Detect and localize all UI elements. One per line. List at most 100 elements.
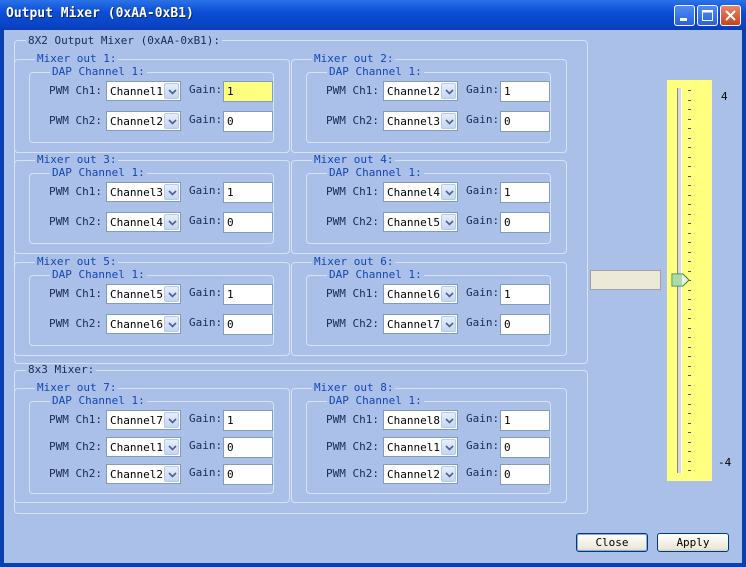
mixer-7-channel-select-2[interactable]: Channel1 [106, 437, 181, 457]
gain-input[interactable] [502, 113, 550, 130]
mixer-4-gain-field-2[interactable] [500, 212, 550, 233]
mixer-7-channel-select-1[interactable]: Channel7 [106, 410, 181, 430]
chevron-down-icon[interactable] [164, 184, 179, 200]
gain-input[interactable] [502, 184, 550, 201]
mixer-8-channel-select-2[interactable]: Channel1 [383, 437, 458, 457]
gain-input[interactable] [225, 184, 273, 201]
gain-input[interactable] [502, 316, 550, 333]
mixer-1-channel-select-2[interactable]: Channel2 [106, 111, 181, 131]
mixer-5-gain-field-1[interactable] [223, 284, 273, 305]
chevron-down-icon[interactable] [441, 184, 456, 200]
mixer-6-channel-select-2[interactable]: Channel7 [383, 314, 458, 334]
chevron-down-icon[interactable] [164, 113, 179, 129]
slider-tick [688, 251, 691, 253]
slider-thumb[interactable] [671, 273, 691, 287]
mixer-4-channel-select-2[interactable]: Channel5 [383, 212, 458, 232]
gain-input[interactable] [502, 214, 550, 231]
mixer-1-channel-select-1[interactable]: Channel1 [106, 81, 181, 101]
gain-input[interactable] [502, 466, 550, 483]
mixer-8-gain-field-3[interactable] [500, 464, 550, 485]
gain-input[interactable] [225, 286, 273, 303]
gain-input[interactable] [225, 439, 273, 456]
apply-button[interactable]: Apply [657, 533, 729, 552]
mixer-7-channel-select-3[interactable]: Channel2 [106, 464, 181, 484]
mixer-7-gain-field-1[interactable] [223, 410, 273, 431]
close-window-button[interactable] [720, 5, 741, 26]
mixer-5-gain-field-2[interactable] [223, 314, 273, 335]
dap-channel-label: DAP Channel 1: [327, 394, 424, 407]
chevron-down-icon[interactable] [441, 439, 456, 455]
chevron-down-icon[interactable] [164, 412, 179, 428]
chevron-down-icon[interactable] [164, 286, 179, 302]
channel-select-value: Channel6 [387, 288, 440, 301]
chevron-down-icon[interactable] [164, 214, 179, 230]
gain-slider[interactable] [667, 80, 712, 481]
mixer-8-channel-select-3[interactable]: Channel2 [383, 464, 458, 484]
slider-tick [688, 242, 691, 243]
mixer-1-gain-field-2[interactable] [223, 111, 273, 132]
gain-input[interactable] [502, 286, 550, 303]
gain-input[interactable] [225, 214, 273, 231]
mixer-6-gain-field-1[interactable] [500, 284, 550, 305]
mixer-2-gain-field-2[interactable] [500, 111, 550, 132]
mixer-7-gain-field-2[interactable] [223, 437, 273, 458]
gain-input[interactable] [502, 439, 550, 456]
chevron-down-icon[interactable] [441, 466, 456, 482]
mixer-2-channel-select-1[interactable]: Channel2 [383, 81, 458, 101]
pwm-channel-label: PWM Ch2: [49, 114, 102, 127]
chevron-down-icon[interactable] [441, 412, 456, 428]
gain-label: Gain: [466, 466, 500, 479]
channel-select-value: Channel5 [387, 216, 440, 229]
mixer-3-gain-field-2[interactable] [223, 212, 273, 233]
mixer-2-gain-field-1[interactable] [500, 81, 550, 102]
gain-input[interactable] [225, 83, 273, 100]
maximize-button[interactable] [697, 5, 718, 26]
mixer-1-gain-field-1[interactable] [223, 81, 273, 102]
gain-input[interactable] [225, 466, 273, 483]
chevron-down-icon[interactable] [164, 316, 179, 332]
maximize-icon [702, 10, 713, 21]
mixer-3-channel-select-1[interactable]: Channel3 [106, 182, 181, 202]
slider-tick [688, 90, 691, 91]
gain-input[interactable] [225, 412, 273, 429]
dap-channel-label: DAP Channel 1: [50, 65, 147, 78]
chevron-down-icon[interactable] [441, 316, 456, 332]
slider-tick [688, 232, 691, 234]
mixer-3-gain-field-1[interactable] [223, 182, 273, 203]
mixer-8-gain-field-1[interactable] [500, 410, 550, 431]
channel-select-value: Channel8 [387, 414, 440, 427]
mixer-2-channel-select-2[interactable]: Channel3 [383, 111, 458, 131]
slider-tick [688, 299, 691, 300]
mixer-3-channel-select-2[interactable]: Channel4 [106, 212, 181, 232]
chevron-down-icon[interactable] [164, 83, 179, 99]
chevron-down-icon[interactable] [164, 466, 179, 482]
close-button[interactable]: Close [576, 533, 648, 552]
mixer-6-gain-field-2[interactable] [500, 314, 550, 335]
mixer-6-channel-select-1[interactable]: Channel6 [383, 284, 458, 304]
pwm-channel-label: PWM Ch2: [49, 440, 102, 453]
dap-channel-label: DAP Channel 1: [50, 166, 147, 179]
chevron-down-icon[interactable] [441, 214, 456, 230]
channel-select-value: Channel6 [110, 318, 163, 331]
chevron-down-icon[interactable] [441, 113, 456, 129]
mixer-8-gain-field-2[interactable] [500, 437, 550, 458]
mixer-7-gain-field-3[interactable] [223, 464, 273, 485]
mixer-4-gain-field-1[interactable] [500, 182, 550, 203]
mixer-out-2-title: Mixer out 2: [312, 52, 396, 65]
mixer-8-channel-select-1[interactable]: Channel8 [383, 410, 458, 430]
channel-select-value: Channel5 [110, 288, 163, 301]
slider-tick [688, 204, 691, 205]
gain-input[interactable] [225, 113, 273, 130]
gain-input[interactable] [225, 316, 273, 333]
chevron-down-icon[interactable] [164, 439, 179, 455]
slider-tick [688, 413, 691, 414]
gain-input[interactable] [502, 83, 550, 100]
mixer-5-channel-select-2[interactable]: Channel6 [106, 314, 181, 334]
chevron-down-icon[interactable] [441, 286, 456, 302]
gain-input[interactable] [502, 412, 550, 429]
mixer-5-channel-select-1[interactable]: Channel5 [106, 284, 181, 304]
title-bar[interactable]: Output Mixer (0xAA-0xB1) [0, 0, 746, 30]
mixer-4-channel-select-1[interactable]: Channel4 [383, 182, 458, 202]
chevron-down-icon[interactable] [441, 83, 456, 99]
minimize-button[interactable] [674, 5, 695, 26]
